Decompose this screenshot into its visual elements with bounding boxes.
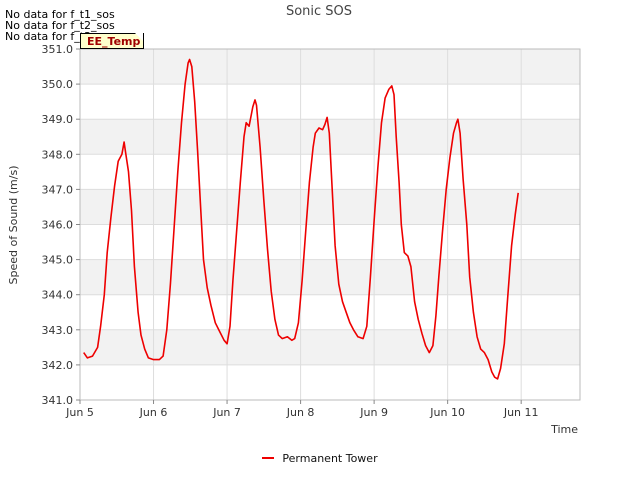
tag-corner-fold [135, 33, 143, 41]
y-tick-label: 342.0 [42, 359, 74, 372]
ee-temp-tag-label: EE_Temp [87, 35, 141, 48]
y-tick-label: 346.0 [42, 219, 74, 232]
x-tick-label: Jun 5 [65, 406, 94, 419]
x-tick-label: Jun 8 [286, 406, 315, 419]
y-tick-label: 344.0 [42, 289, 74, 302]
x-tick-label: Jun 11 [503, 406, 539, 419]
x-tick-label: Jun 10 [429, 406, 465, 419]
x-tick-label: Jun 9 [359, 406, 388, 419]
plot-band [80, 259, 580, 295]
x-axis-ticks: Jun 5 Jun 6 Jun 7 Jun 8 Jun 9 Jun 10 Jun 11 [65, 400, 539, 419]
y-axis-label: Speed of Sound (m/s) [7, 166, 20, 285]
y-tick-label: 348.0 [42, 148, 74, 161]
y-tick-label: 349.0 [42, 113, 74, 126]
chart-svg: 341.0342.0343.0344.0345.0346.0347.0348.0… [7, 4, 581, 436]
y-tick-label: 351.0 [42, 43, 74, 56]
y-tick-label: 350.0 [42, 78, 74, 91]
y-axis-ticks: 341.0342.0343.0344.0345.0346.0347.0348.0… [42, 43, 80, 407]
x-axis-label: Time [550, 423, 578, 436]
chart-container: 341.0 342.0 343.0 344.0 345.0 346.0 347.0 348.0… [0, 0, 640, 480]
plot-band [80, 49, 580, 85]
x-tick-label: Jun 7 [212, 406, 241, 419]
y-tick-label: 345.0 [42, 254, 74, 267]
legend: Permanent Tower [0, 452, 640, 465]
legend-swatch-permanent-tower [262, 457, 275, 459]
y-tick-label: 343.0 [42, 324, 74, 337]
legend-label-permanent-tower: Permanent Tower [282, 452, 378, 465]
plot-bands [80, 49, 580, 365]
y-tick-label: 347.0 [42, 183, 74, 196]
plot-band [80, 189, 580, 225]
x-tick-label: Jun 6 [139, 406, 168, 419]
chart-title: Sonic SOS [286, 4, 352, 19]
